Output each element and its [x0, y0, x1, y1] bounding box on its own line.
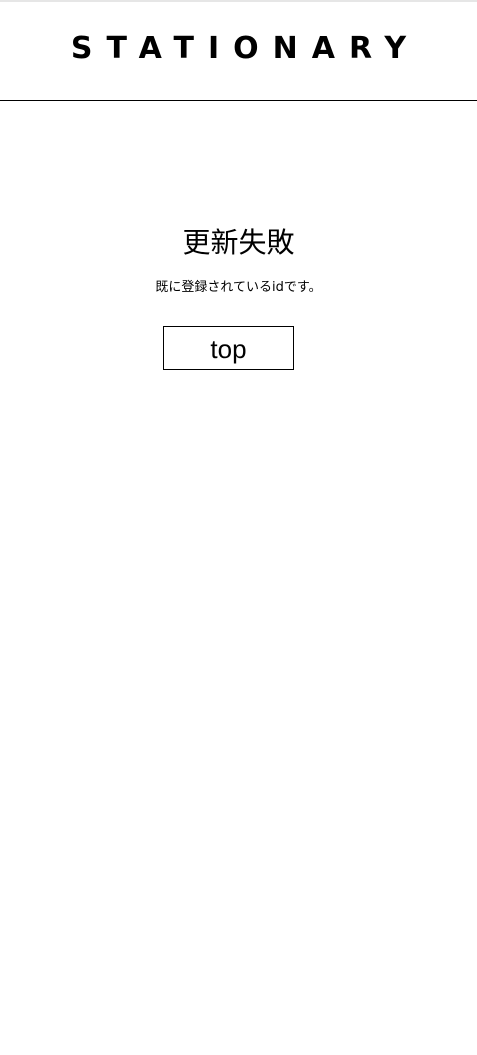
page: STATIONARY 更新失敗 既に登録されているidです。 top	[0, 0, 477, 1055]
site-logo[interactable]: STATIONARY	[57, 34, 420, 64]
page-title: 更新失敗	[182, 226, 295, 259]
error-message: 既に登録されているidです。	[155, 280, 322, 295]
main-content: 更新失敗 既に登録されているidです。	[0, 223, 477, 297]
site-header: STATIONARY	[0, 2, 477, 101]
top-button[interactable]: top	[163, 326, 294, 370]
